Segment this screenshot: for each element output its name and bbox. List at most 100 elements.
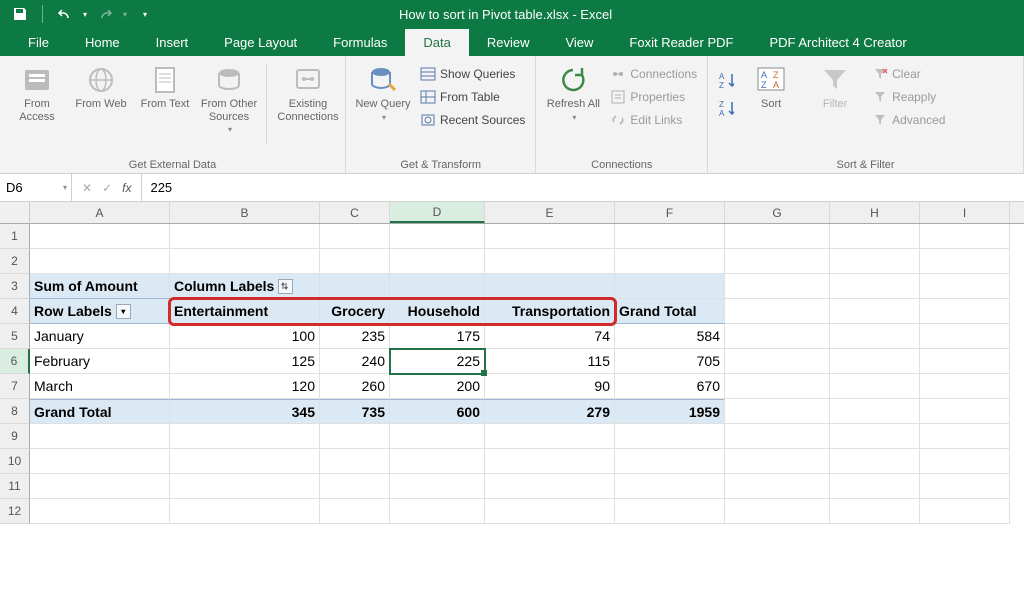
cell[interactable]: 735 bbox=[320, 399, 390, 424]
row-header[interactable]: 5 bbox=[0, 324, 30, 349]
clear-button[interactable]: Clear bbox=[870, 64, 947, 84]
undo-dropdown[interactable]: ▾ bbox=[83, 10, 87, 19]
cell[interactable]: 584 bbox=[615, 324, 725, 349]
from-text-button[interactable]: From Text bbox=[136, 60, 194, 111]
enter-formula-icon[interactable]: ✓ bbox=[102, 181, 112, 195]
cell[interactable] bbox=[485, 424, 615, 449]
cell[interactable] bbox=[725, 474, 830, 499]
cell[interactable] bbox=[830, 424, 920, 449]
cell[interactable]: 260 bbox=[320, 374, 390, 399]
sort-desc-button[interactable]: ZA bbox=[716, 98, 736, 118]
cell[interactable] bbox=[725, 324, 830, 349]
cell[interactable] bbox=[485, 449, 615, 474]
select-all-button[interactable] bbox=[0, 202, 30, 224]
cell[interactable] bbox=[725, 399, 830, 424]
row-header[interactable]: 7 bbox=[0, 374, 30, 399]
save-icon[interactable] bbox=[12, 6, 28, 22]
cell[interactable]: 345 bbox=[170, 399, 320, 424]
cell[interactable] bbox=[830, 399, 920, 424]
cell[interactable]: 225 bbox=[390, 349, 485, 374]
row-header[interactable]: 10 bbox=[0, 449, 30, 474]
cell[interactable] bbox=[920, 424, 1010, 449]
cell[interactable] bbox=[830, 474, 920, 499]
connections-button[interactable]: Connections bbox=[608, 64, 699, 84]
row-header[interactable]: 9 bbox=[0, 424, 30, 449]
cell[interactable]: 1959 bbox=[615, 399, 725, 424]
tab-home[interactable]: Home bbox=[67, 29, 138, 56]
cell[interactable] bbox=[320, 424, 390, 449]
cell[interactable] bbox=[170, 424, 320, 449]
cell[interactable] bbox=[830, 224, 920, 249]
cell[interactable]: Entertainment bbox=[170, 299, 320, 324]
existing-connections-button[interactable]: Existing Connections bbox=[279, 60, 337, 123]
cell[interactable]: Grand Total bbox=[615, 299, 725, 324]
cell[interactable]: 600 bbox=[390, 399, 485, 424]
cell[interactable]: 200 bbox=[390, 374, 485, 399]
cell[interactable] bbox=[320, 249, 390, 274]
cell[interactable] bbox=[615, 224, 725, 249]
cell[interactable] bbox=[920, 399, 1010, 424]
cell[interactable] bbox=[615, 249, 725, 274]
row-header[interactable]: 3 bbox=[0, 274, 30, 299]
cell[interactable] bbox=[830, 499, 920, 524]
cell[interactable]: Column Labels bbox=[170, 274, 320, 299]
properties-button[interactable]: Properties bbox=[608, 87, 699, 107]
tab-review[interactable]: Review bbox=[469, 29, 548, 56]
cell[interactable] bbox=[390, 449, 485, 474]
cell[interactable]: January bbox=[30, 324, 170, 349]
cell[interactable] bbox=[615, 424, 725, 449]
cell[interactable] bbox=[830, 274, 920, 299]
cell[interactable] bbox=[485, 224, 615, 249]
cell[interactable] bbox=[830, 249, 920, 274]
reapply-button[interactable]: Reapply bbox=[870, 87, 947, 107]
cell[interactable] bbox=[615, 274, 725, 299]
filter-button[interactable]: Filter bbox=[806, 60, 864, 111]
cell[interactable]: March bbox=[30, 374, 170, 399]
cell[interactable]: 100 bbox=[170, 324, 320, 349]
tab-data[interactable]: Data bbox=[405, 29, 468, 56]
cell[interactable] bbox=[725, 274, 830, 299]
cell[interactable] bbox=[830, 324, 920, 349]
row-header[interactable]: 6 bbox=[0, 349, 30, 374]
cell[interactable] bbox=[920, 449, 1010, 474]
cell[interactable] bbox=[170, 224, 320, 249]
cell[interactable] bbox=[30, 449, 170, 474]
pivot-filter-button[interactable] bbox=[278, 279, 293, 294]
column-header-B[interactable]: B bbox=[170, 202, 320, 223]
cell[interactable] bbox=[615, 499, 725, 524]
cell[interactable]: Transportation bbox=[485, 299, 615, 324]
from-table-button[interactable]: From Table bbox=[418, 87, 527, 107]
cell[interactable] bbox=[920, 374, 1010, 399]
cell[interactable] bbox=[920, 224, 1010, 249]
cell[interactable]: 120 bbox=[170, 374, 320, 399]
column-header-A[interactable]: A bbox=[30, 202, 170, 223]
cell[interactable] bbox=[30, 224, 170, 249]
row-header[interactable]: 12 bbox=[0, 499, 30, 524]
column-header-E[interactable]: E bbox=[485, 202, 615, 223]
cell[interactable] bbox=[830, 349, 920, 374]
tab-pdfarchitect[interactable]: PDF Architect 4 Creator bbox=[751, 29, 924, 56]
name-box[interactable]: D6 bbox=[0, 174, 72, 201]
cell[interactable] bbox=[320, 274, 390, 299]
cell[interactable] bbox=[725, 499, 830, 524]
tab-file[interactable]: File bbox=[10, 29, 67, 56]
from-access-button[interactable]: From Access bbox=[8, 60, 66, 123]
cell[interactable] bbox=[615, 474, 725, 499]
cell[interactable] bbox=[920, 274, 1010, 299]
sort-asc-button[interactable]: AZ bbox=[716, 70, 736, 90]
tab-formulas[interactable]: Formulas bbox=[315, 29, 405, 56]
cell[interactable] bbox=[30, 424, 170, 449]
cell[interactable] bbox=[485, 249, 615, 274]
cell[interactable] bbox=[725, 224, 830, 249]
cell[interactable] bbox=[830, 299, 920, 324]
column-header-H[interactable]: H bbox=[830, 202, 920, 223]
cell[interactable] bbox=[920, 349, 1010, 374]
cell[interactable] bbox=[725, 299, 830, 324]
cell[interactable]: 670 bbox=[615, 374, 725, 399]
tab-page-layout[interactable]: Page Layout bbox=[206, 29, 315, 56]
cell[interactable] bbox=[390, 424, 485, 449]
show-queries-button[interactable]: Show Queries bbox=[418, 64, 527, 84]
cell[interactable] bbox=[485, 474, 615, 499]
advanced-button[interactable]: Advanced bbox=[870, 110, 947, 130]
cell[interactable] bbox=[170, 449, 320, 474]
